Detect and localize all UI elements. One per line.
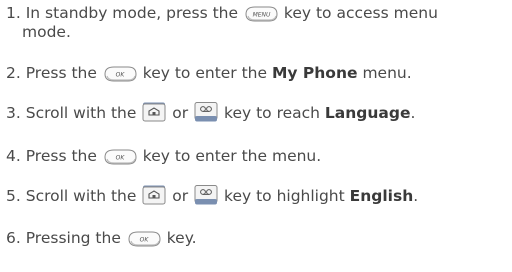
menu-key-icon: MENU [243, 5, 279, 23]
step-number: 3. [6, 104, 21, 122]
step-5: 5. Scroll with the or key to highlight E… [6, 184, 419, 206]
step-4: 4. Press the OK key to enter the menu. [6, 147, 321, 166]
step-text: key to enter the menu. [142, 147, 322, 165]
ok-key-icon: OK [126, 230, 162, 248]
step-number: 2. [6, 64, 21, 82]
ok-key-icon: OK [102, 65, 138, 83]
step-number: 6. [6, 229, 21, 247]
step-3: 3. Scroll with the or key to reach Langu… [6, 101, 416, 123]
step-text: or [172, 187, 189, 205]
step-text-continued: mode. [22, 23, 71, 41]
step-text: Scroll with the [25, 104, 137, 122]
language-name: English [349, 187, 414, 205]
home-key-icon [141, 101, 167, 123]
ok-key-label: OK [116, 154, 126, 161]
menu-key-label: MENU [253, 11, 271, 18]
home-key-icon [141, 184, 167, 206]
step-text: key. [166, 229, 197, 247]
menu-name: Language [324, 104, 411, 122]
step-number: 5. [6, 187, 21, 205]
step-6: 6. Pressing the OK key. [6, 229, 197, 248]
step-text: Scroll with the [25, 187, 137, 205]
ok-key-label: OK [116, 71, 126, 78]
menu-name: My Phone [271, 64, 358, 82]
step-number: 1. [6, 4, 21, 22]
step-text: . [413, 187, 419, 205]
step-text: menu. [362, 64, 412, 82]
step-text: Press the [25, 64, 97, 82]
step-text: key to reach [224, 104, 320, 122]
step-text: key to access menu [283, 4, 438, 22]
step-text: Press the [25, 147, 97, 165]
step-2: 2. Press the OK key to enter the My Phon… [6, 64, 412, 83]
instruction-list: 1. In standby mode, press the MENU key t… [0, 0, 512, 272]
step-text: . [410, 104, 416, 122]
ok-key-label: OK [139, 236, 149, 243]
voicemail-key-icon [193, 101, 219, 123]
step-1: 1. In standby mode, press the MENU key t… [6, 4, 438, 42]
step-text: In standby mode, press the [25, 4, 239, 22]
step-text: key to enter the [142, 64, 268, 82]
step-number: 4. [6, 147, 21, 165]
step-text: or [172, 104, 189, 122]
voicemail-key-icon [193, 184, 219, 206]
ok-key-icon: OK [102, 148, 138, 166]
step-text: Pressing the [25, 229, 121, 247]
step-text: key to highlight [224, 187, 345, 205]
